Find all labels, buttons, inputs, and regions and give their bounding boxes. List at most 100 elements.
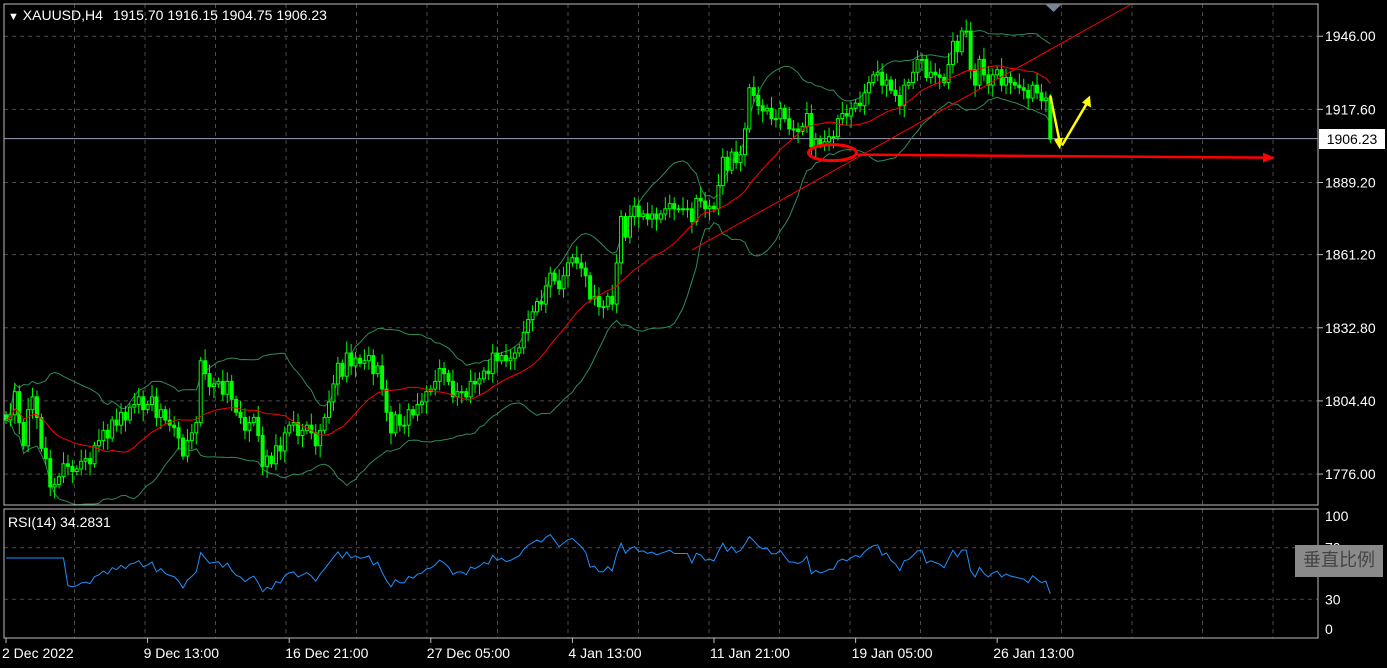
candle-body <box>588 275 593 300</box>
candle <box>327 390 332 424</box>
candle-body <box>654 213 659 220</box>
candle-body <box>995 69 1000 76</box>
candle-body <box>74 468 79 473</box>
candle-body <box>318 429 323 447</box>
candle-body <box>959 30 964 53</box>
candle <box>751 76 756 102</box>
candle-body <box>433 380 438 390</box>
candle-body <box>1004 76 1009 86</box>
candle <box>822 130 827 151</box>
dropdown-triangle-icon[interactable]: ▼ <box>8 11 19 23</box>
candle-body <box>57 476 62 485</box>
candle-body <box>327 401 332 418</box>
y-tick-label: 1776.00 <box>1325 466 1376 482</box>
candle <box>26 398 31 453</box>
candle <box>110 416 115 442</box>
candle-body <box>282 432 287 452</box>
candle-body <box>889 79 893 91</box>
candle-body <box>1008 76 1013 84</box>
candle-body <box>689 208 694 223</box>
candle-body <box>185 440 190 457</box>
candle-body <box>725 156 730 171</box>
candle-body <box>955 40 960 53</box>
candle-body <box>632 205 637 218</box>
candle <box>380 354 385 396</box>
vertical-scale-button[interactable]: 垂直比例 <box>1295 545 1383 577</box>
candle <box>681 197 686 216</box>
candle <box>862 83 867 115</box>
candle-body <box>535 301 539 313</box>
candle-body <box>548 272 553 287</box>
candle <box>782 104 787 123</box>
chart-canvas[interactable]: 1776.00 1804.40 1832.80 1861.20 1889.20 1917.… <box>0 0 1387 668</box>
candle <box>663 197 668 221</box>
candle <box>477 372 482 396</box>
candle <box>57 472 62 489</box>
candle <box>48 449 53 496</box>
candle-body <box>446 373 451 382</box>
candle <box>658 210 663 223</box>
candle-body <box>906 82 911 86</box>
candle-body <box>658 213 663 220</box>
candle <box>1035 73 1040 100</box>
candle-body <box>313 432 318 447</box>
candle-body <box>225 380 230 395</box>
chart-shift-marker-icon <box>1045 4 1062 12</box>
candle-body <box>273 445 278 465</box>
candle-body <box>287 424 292 434</box>
candle-body <box>574 257 579 264</box>
candle-body <box>265 455 270 467</box>
candle <box>535 297 539 316</box>
candle <box>596 287 601 316</box>
candle <box>322 413 327 435</box>
trading-chart-window[interactable]: 1776.00 1804.40 1832.80 1861.20 1889.20 1917.… <box>0 0 1387 668</box>
candle-body <box>380 365 385 390</box>
candle <box>366 346 371 370</box>
candle <box>1017 73 1022 95</box>
candle <box>375 362 380 378</box>
candle-body <box>561 275 566 290</box>
candle-body <box>539 301 544 305</box>
candle-body <box>530 311 535 321</box>
candle-body <box>667 203 672 210</box>
candle-body <box>641 213 646 218</box>
candle <box>393 410 398 437</box>
candle-body <box>309 424 314 434</box>
candle <box>729 148 734 175</box>
candle-body <box>331 383 336 403</box>
candle-body <box>495 352 500 362</box>
candle-body <box>229 380 234 400</box>
candle <box>388 405 393 445</box>
candle <box>181 434 185 460</box>
candle-body <box>866 82 871 94</box>
candle-body <box>300 429 305 436</box>
candle-body <box>964 30 969 33</box>
candle-body <box>973 69 978 86</box>
candle-body <box>358 357 362 364</box>
candle <box>296 413 301 445</box>
candle-body <box>455 391 460 398</box>
trend-line <box>691 4 1131 251</box>
candle-body <box>353 357 358 367</box>
x-tick-label: 9 Dec 13:00 <box>144 645 220 661</box>
candle <box>955 34 960 64</box>
candle-body <box>893 89 898 96</box>
candle <box>362 349 367 370</box>
candle-body <box>101 429 106 442</box>
candle-body <box>526 319 531 333</box>
candle <box>889 76 893 95</box>
candle-body <box>619 216 624 264</box>
candle-body <box>849 107 854 117</box>
candle-body <box>720 156 725 187</box>
candle <box>349 344 354 375</box>
candle <box>946 52 951 90</box>
candle-body <box>742 128 747 156</box>
candle-body <box>685 208 690 211</box>
candle-body <box>198 360 203 424</box>
candle-body <box>442 367 447 375</box>
candle <box>676 204 681 213</box>
candle <box>455 382 460 406</box>
candle-body <box>1021 87 1026 91</box>
candle-body <box>110 419 115 439</box>
candle <box>4 410 8 424</box>
